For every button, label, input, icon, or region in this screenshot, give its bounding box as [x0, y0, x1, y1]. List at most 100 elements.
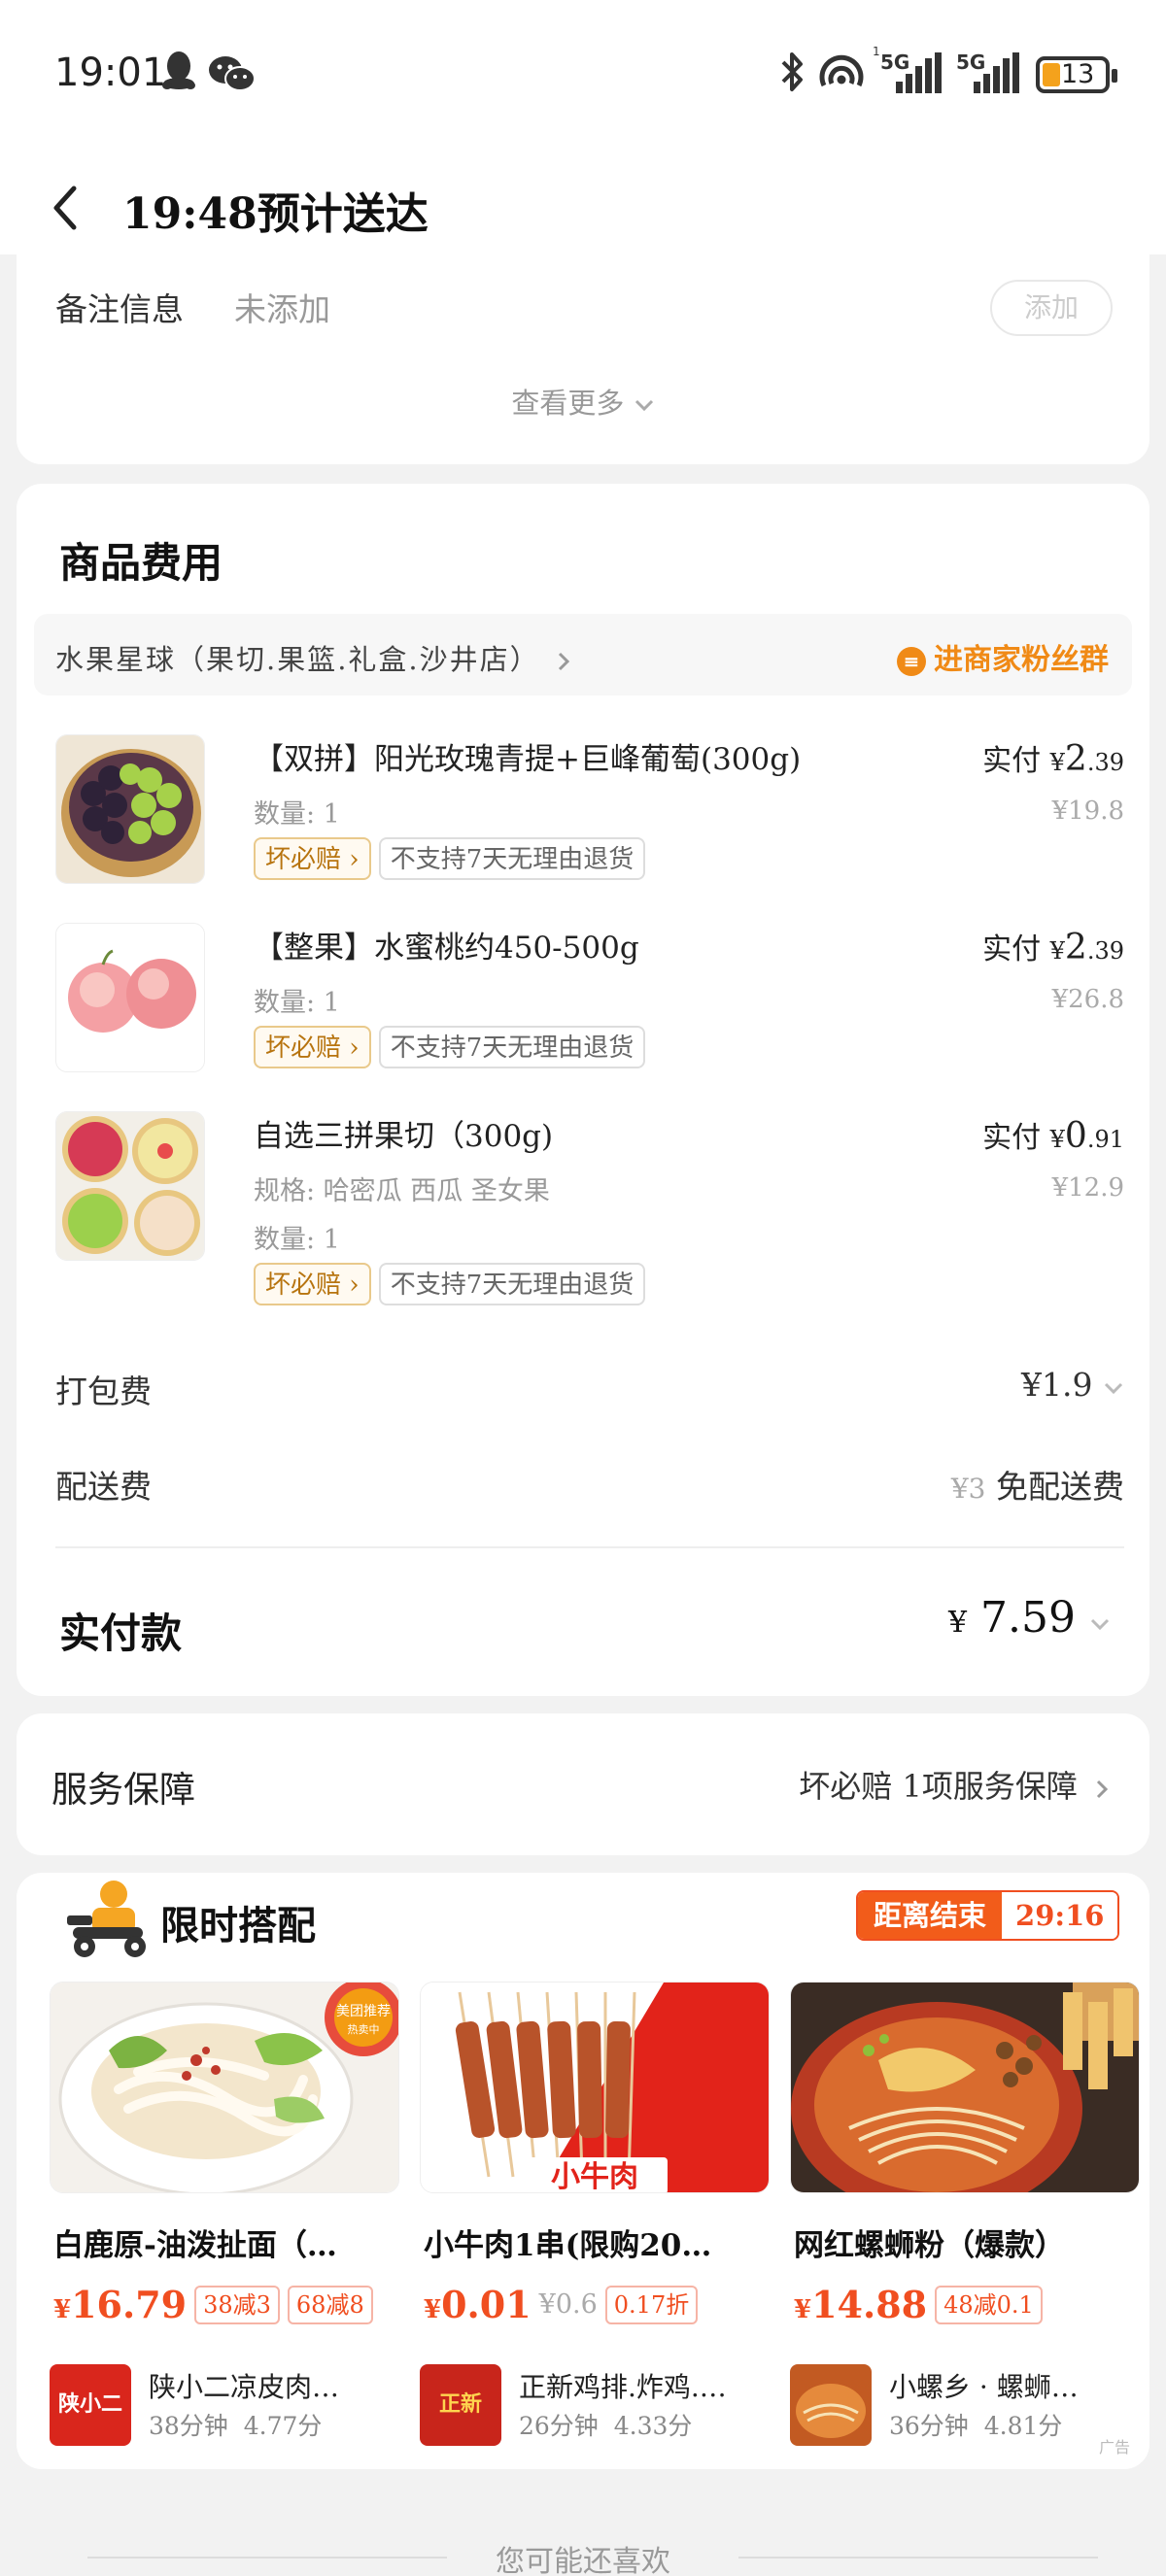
flash-sale-title: 限时搭配: [160, 1903, 316, 1949]
snail-noodle-image: [790, 1982, 1140, 2193]
shop-name: 小螺乡 · 螺蛳…: [889, 2371, 1079, 2403]
packing-fee-label: 打包费: [55, 1373, 152, 1410]
hotspot-icon: [819, 54, 864, 87]
guess-you-like-title: 您可能还喜欢: [496, 2545, 670, 2576]
compensation-tag[interactable]: 坏必赔 ›: [254, 837, 371, 880]
store-bar[interactable]: 水果星球（果切.果篮.礼盒.沙井店） ≡ 进商家粉丝群: [34, 614, 1132, 695]
add-remark-button[interactable]: 添加: [990, 280, 1113, 336]
flash-sale-card: 限时搭配 距离结束 29:16 美团推荐 热卖中 白鹿原-油泼扯面（… ¥16.…: [17, 1873, 1149, 2469]
fans-group-link[interactable]: ≡ 进商家粉丝群: [897, 635, 1109, 678]
discount-tag: 48减0.1: [935, 2285, 1043, 2324]
store-name: 水果星球（果切.果篮.礼盒.沙井店）: [55, 637, 572, 678]
ad-label: 广告: [1098, 2438, 1130, 2457]
discount-tag: 38减3: [194, 2285, 280, 2324]
product-price: ¥14.88: [794, 2283, 928, 2326]
service-value: 坏必赔 1项服务保障: [799, 1762, 1111, 1807]
delivery-fee-free: 免配送费: [996, 1468, 1124, 1506]
back-arrow-icon[interactable]: [47, 181, 82, 239]
service-label: 服务保障: [51, 1769, 195, 1811]
status-bar: 19:01 1 5G 5G 13: [0, 0, 1166, 146]
item-original-price: ¥19.8: [1051, 797, 1124, 826]
item-paid-price: 实付 ¥2.39: [982, 739, 1124, 779]
recommend-product[interactable]: 美团推荐 热卖中 白鹿原-油泼扯面（… ¥16.79 38减3 68减8 陕小二…: [50, 1982, 399, 2457]
discount-tag: 68减8: [287, 2285, 373, 2324]
recommend-badge-text: 美团推荐: [336, 2004, 391, 2019]
bluetooth-icon: [781, 52, 803, 91]
product-old-price: ¥0.6: [538, 2289, 598, 2320]
no-return-tag: 不支持7天无理由退货: [378, 1026, 646, 1068]
item-spec: 规格: 哈密瓜 西瓜 圣女果: [254, 1176, 550, 1206]
item-qty: 数量: 1: [254, 799, 340, 830]
chevron-down-icon: [1104, 1382, 1123, 1395]
shop-info[interactable]: 小螺乡 · 螺蛳… 36分钟 4.81分: [790, 2364, 1140, 2446]
hot-sale-badge-text: 热卖中: [348, 2023, 380, 2036]
page-title: 19:48预计送达: [122, 189, 429, 239]
countdown-timer: 距离结束 29:16: [856, 1890, 1120, 1941]
noodle-image: 美团推荐 热卖中: [50, 1982, 399, 2193]
shop-info[interactable]: 正新 正新鸡排.炸鸡.… 26分钟 4.33分: [420, 2364, 770, 2446]
remark-label: 备注信息: [55, 290, 184, 328]
battery-icon: 13: [1036, 56, 1117, 93]
item-paid-price: 实付 ¥2.39: [982, 928, 1124, 967]
delivery-fee-label: 配送费: [55, 1468, 152, 1506]
product-name: 网红螺蛳粉（爆款）: [794, 2228, 1065, 2263]
delivery-fee-original: ¥3: [950, 1473, 986, 1505]
compensation-tag[interactable]: 坏必赔 ›: [254, 1263, 371, 1305]
chevron-down-icon: [1090, 1618, 1110, 1631]
chevron-right-icon: [1096, 1779, 1109, 1798]
order-item[interactable]: 【双拼】阳光玫瑰青提+巨峰葡萄(300g) 数量: 1 坏必赔 › 不支持7天无…: [55, 734, 1124, 890]
delivery-fee-row: 配送费 ¥3 免配送费: [55, 1461, 1124, 1508]
item-paid-price: 实付 ¥0.91: [982, 1116, 1124, 1156]
recommend-product[interactable]: 小牛肉 小牛肉1串(限购20… ¥0.01 ¥0.6 0.17折 正新 正新鸡排…: [420, 1982, 770, 2457]
shop-logo: 正新: [420, 2364, 501, 2446]
service-card[interactable]: 服务保障 坏必赔 1项服务保障: [17, 1713, 1149, 1855]
see-more-link[interactable]: 查看更多: [17, 381, 1149, 422]
remark-value: 未添加: [234, 290, 330, 328]
recommend-product[interactable]: 网红螺蛳粉（爆款） ¥14.88 48减0.1 小螺乡 · 螺蛳… 36分钟 4…: [790, 1982, 1140, 2457]
status-time: 19:01: [54, 51, 167, 95]
signal-icon: 1 5G: [873, 45, 944, 93]
product-price: ¥16.79: [53, 2283, 188, 2326]
fruit-cut-thumbnail: [55, 1111, 205, 1261]
item-original-price: ¥12.9: [1051, 1173, 1124, 1203]
shop-meta: 38分钟 4.77分: [149, 2412, 323, 2440]
no-return-tag: 不支持7天无理由退货: [378, 1263, 646, 1305]
wechat-icon: [209, 56, 256, 91]
product-price: ¥0.01: [424, 2283, 532, 2326]
shop-name: 陕小二凉皮肉…: [149, 2371, 340, 2403]
product-name: 小牛肉1串(限购20…: [424, 2228, 712, 2263]
order-item[interactable]: 【整果】水蜜桃约450-500g 数量: 1 坏必赔 › 不支持7天无理由退货 …: [55, 923, 1124, 1078]
item-original-price: ¥26.8: [1051, 985, 1124, 1014]
grape-thumbnail: [55, 734, 205, 884]
discount-tag: 0.17折: [604, 2285, 699, 2324]
compensation-tag[interactable]: 坏必赔 ›: [254, 1026, 371, 1068]
qq-icon: [162, 51, 195, 89]
peach-thumbnail: [55, 923, 205, 1072]
item-qty: 数量: 1: [254, 1225, 340, 1255]
shop-logo: 陕小二: [50, 2364, 131, 2446]
chevron-right-icon: [558, 652, 569, 671]
chevron-down-icon: [634, 399, 653, 412]
skewer-image: 小牛肉: [420, 1982, 770, 2193]
item-name: 自选三拼果切（300g): [254, 1119, 554, 1154]
product-name: 白鹿原-油泼扯面（…: [53, 2228, 337, 2263]
order-item[interactable]: 自选三拼果切（300g) 规格: 哈密瓜 西瓜 圣女果 数量: 1 坏必赔 › …: [55, 1111, 1124, 1315]
item-name: 【整果】水蜜桃约450-500g: [254, 931, 639, 966]
shop-meta: 26分钟 4.33分: [519, 2412, 693, 2440]
goods-section-title: 商品费用: [59, 539, 223, 587]
shop-name: 正新鸡排.炸鸡.…: [519, 2371, 727, 2403]
packing-fee-row[interactable]: 打包费 ¥1.9: [55, 1366, 1124, 1412]
chat-icon: ≡: [897, 647, 926, 676]
shop-logo: [790, 2364, 872, 2446]
total-label: 实付款: [59, 1610, 183, 1657]
divider: [55, 1546, 1124, 1548]
goods-card: 商品费用 水果星球（果切.果篮.礼盒.沙井店） ≡ 进商家粉丝群 【双拼】阳光玫…: [17, 484, 1149, 1696]
packing-fee-value: ¥1.9: [1021, 1366, 1093, 1404]
item-name: 【双拼】阳光玫瑰青提+巨峰葡萄(300g): [254, 742, 802, 777]
shop-info[interactable]: 陕小二 陕小二凉皮肉… 38分钟 4.77分: [50, 2364, 399, 2446]
delivery-rider-icon: [67, 1881, 146, 1957]
total-value[interactable]: ¥ 7.59: [948, 1593, 1111, 1643]
item-qty: 数量: 1: [254, 988, 340, 1018]
countdown-value: 29:16: [1002, 1892, 1118, 1939]
banner-text: 小牛肉: [551, 2160, 638, 2193]
